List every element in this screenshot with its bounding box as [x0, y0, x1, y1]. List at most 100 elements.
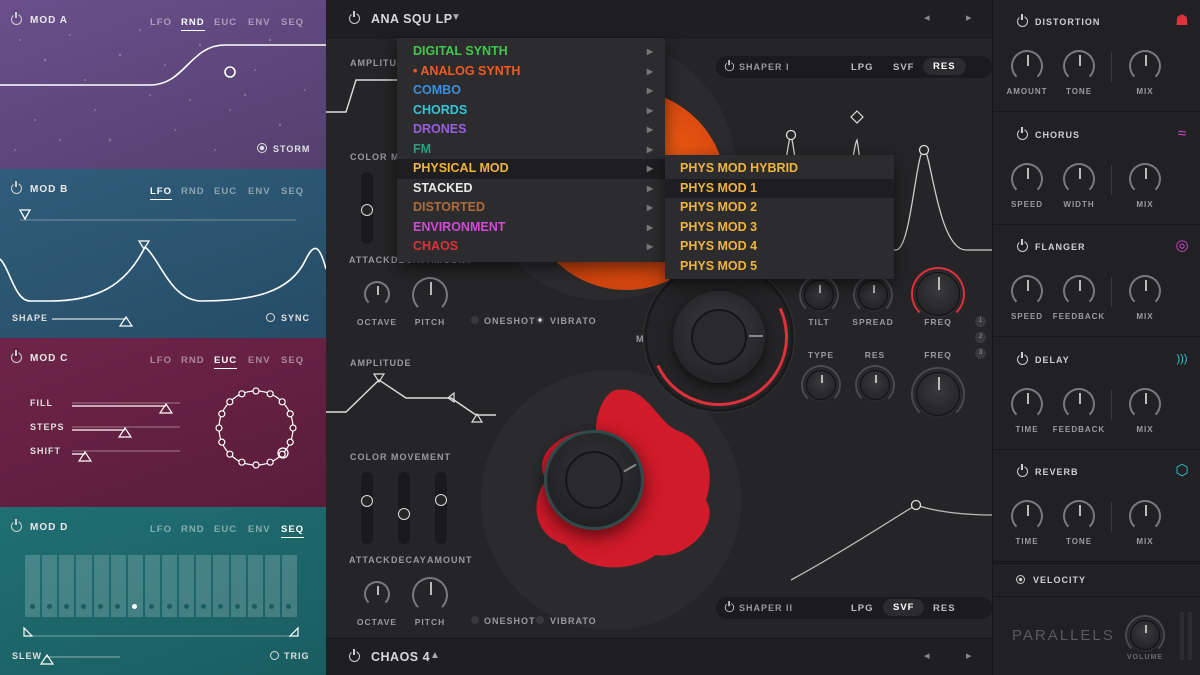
top-attack-slider[interactable] [361, 172, 373, 244]
mod-a-tab-euc[interactable]: EUC [214, 17, 237, 28]
bottom-oneshot-radio[interactable] [471, 616, 479, 624]
seq-step[interactable] [196, 555, 212, 617]
fx-knob-mix[interactable] [1129, 50, 1161, 82]
shaper-1-mode-lpg[interactable]: LPG [851, 62, 874, 73]
menu-item-category[interactable]: STACKED ▶ [397, 179, 665, 199]
seq-step[interactable] [42, 555, 58, 617]
fx-knob-speed[interactable] [1011, 275, 1043, 307]
mod-c-power-icon[interactable] [11, 350, 22, 363]
bottom-attack-slider[interactable] [361, 472, 373, 544]
fx-knob-mix[interactable] [1129, 500, 1161, 532]
bottom-engine-knob[interactable] [544, 430, 644, 530]
shaper-2-mode-res[interactable]: RES [933, 603, 956, 614]
shaper-2-mode-svf[interactable]: SVF [883, 599, 925, 616]
shaper-1-tilt-knob[interactable] [799, 275, 839, 315]
top-pitch-knob[interactable] [412, 277, 448, 313]
shaper-1-mode-res[interactable]: RES [923, 58, 966, 75]
mod-c-tab-seq[interactable]: SEQ [281, 355, 304, 366]
seq-step[interactable] [25, 555, 41, 617]
fx-power-icon[interactable] [1017, 14, 1028, 27]
shaper-1-mode-svf[interactable]: SVF [893, 62, 914, 73]
menu-item-category[interactable]: FM ▶ [397, 140, 665, 160]
euclid-step-dot[interactable] [278, 398, 286, 406]
shaper-2-mode-lpg[interactable]: LPG [851, 603, 874, 614]
fx-power-icon[interactable] [1017, 464, 1028, 477]
mod-d-tab-rnd[interactable]: RND [181, 524, 205, 535]
fx-knob-mix[interactable] [1129, 162, 1161, 195]
seq-step[interactable] [162, 555, 178, 617]
menu-item-category[interactable]: DISTORTED ▶ [397, 198, 665, 218]
menu-item-category[interactable]: PHYSICAL MOD ▶ [397, 159, 665, 179]
submenu-item-preset[interactable]: PHYS MOD 1 [665, 178, 894, 198]
trig-toggle-icon[interactable] [270, 651, 279, 660]
engine-badge-1[interactable]: 1 [975, 316, 986, 327]
seq-step[interactable] [59, 555, 75, 617]
euclid-step-dot[interactable] [266, 458, 274, 466]
volume-knob[interactable] [1125, 615, 1165, 655]
shaper-2-type-knob[interactable] [801, 365, 841, 405]
euclid-step-dot[interactable] [252, 461, 260, 469]
menu-item-category[interactable]: DIGITAL SYNTH ▶ [397, 42, 665, 62]
seq-step[interactable] [230, 555, 246, 617]
submenu-item-preset[interactable]: PHYS MOD 4 [665, 237, 894, 257]
mod-d-tab-env[interactable]: ENV [248, 524, 271, 535]
mod-b-tab-lfo[interactable]: LFO [150, 186, 172, 200]
mod-b-tab-env[interactable]: ENV [248, 186, 271, 197]
euclid-step-dot[interactable] [286, 410, 294, 418]
mod-d-tab-lfo[interactable]: LFO [150, 524, 172, 535]
euclid-step-dot[interactable] [238, 390, 246, 398]
seq-step[interactable] [110, 555, 126, 617]
storm-toggle-icon[interactable] [257, 143, 267, 153]
euclid-step-dot[interactable] [289, 424, 297, 432]
euclid-step-dot[interactable] [215, 424, 223, 432]
fx-knob-speed[interactable] [1011, 162, 1043, 195]
mod-c-tab-euc[interactable]: EUC [214, 355, 238, 369]
euclid-step-dot[interactable] [226, 450, 234, 458]
fx-power-icon[interactable] [1017, 239, 1028, 252]
seq-step[interactable] [213, 555, 229, 617]
mod-b-tab-rnd[interactable]: RND [181, 186, 205, 197]
seq-step[interactable] [247, 555, 263, 617]
mod-c-tab-env[interactable]: ENV [248, 355, 271, 366]
fx-knob-tone[interactable] [1063, 500, 1095, 532]
euclid-step-dot[interactable] [218, 438, 226, 446]
fx-knob-mix[interactable] [1129, 275, 1161, 307]
mod-b-tab-seq[interactable]: SEQ [281, 186, 304, 197]
submenu-item-preset[interactable]: PHYS MOD 5 [665, 257, 894, 277]
top-oneshot-radio[interactable] [471, 316, 479, 324]
engine-badge-3[interactable]: 3 [975, 348, 986, 359]
fx-knob-mix[interactable] [1129, 387, 1161, 420]
mod-c-tab-rnd[interactable]: RND [181, 355, 205, 366]
seq-step[interactable] [281, 555, 297, 617]
fx-knob-width[interactable] [1063, 162, 1095, 195]
fx-power-icon[interactable] [1017, 126, 1028, 140]
velocity-toggle-icon[interactable] [1016, 575, 1025, 584]
bottom-decay-slider[interactable] [398, 472, 410, 544]
menu-item-category[interactable]: CHAOS ▶ [397, 237, 665, 257]
menu-item-category[interactable]: • ANALOG SYNTH ▶ [397, 62, 665, 82]
fx-knob-feedback[interactable] [1063, 387, 1095, 420]
fx-knob-amount[interactable] [1011, 50, 1043, 82]
bottom-vibrato-radio[interactable] [536, 616, 544, 624]
fx-knob-time[interactable] [1011, 387, 1043, 420]
euclid-step-dot[interactable] [286, 438, 294, 446]
mod-d-tab-seq[interactable]: SEQ [281, 524, 305, 538]
shaper-2-freq-knob[interactable] [911, 367, 965, 421]
fx-knob-tone[interactable] [1063, 50, 1095, 82]
submenu-item-preset[interactable]: PHYS MOD 2 [665, 198, 894, 218]
engine-badge-2[interactable]: 2 [975, 332, 986, 343]
mod-b-tab-euc[interactable]: EUC [214, 186, 237, 197]
seq-step[interactable] [76, 555, 92, 617]
seq-step[interactable] [179, 555, 195, 617]
mod-a-power-icon[interactable] [11, 12, 22, 25]
menu-item-category[interactable]: COMBO ▶ [397, 81, 665, 101]
shaper-2-power-icon[interactable] [724, 601, 735, 613]
seq-step[interactable] [264, 555, 280, 617]
top-octave-knob[interactable] [364, 281, 390, 307]
mix-knob[interactable] [630, 248, 808, 426]
mod-b-power-icon[interactable] [11, 181, 22, 194]
menu-item-category[interactable]: ENVIRONMENT ▶ [397, 218, 665, 238]
bottom-amount-slider[interactable] [435, 472, 447, 544]
mod-a-tab-rnd[interactable]: RND [181, 17, 205, 31]
submenu-item-preset[interactable]: PHYS MOD 3 [665, 218, 894, 238]
